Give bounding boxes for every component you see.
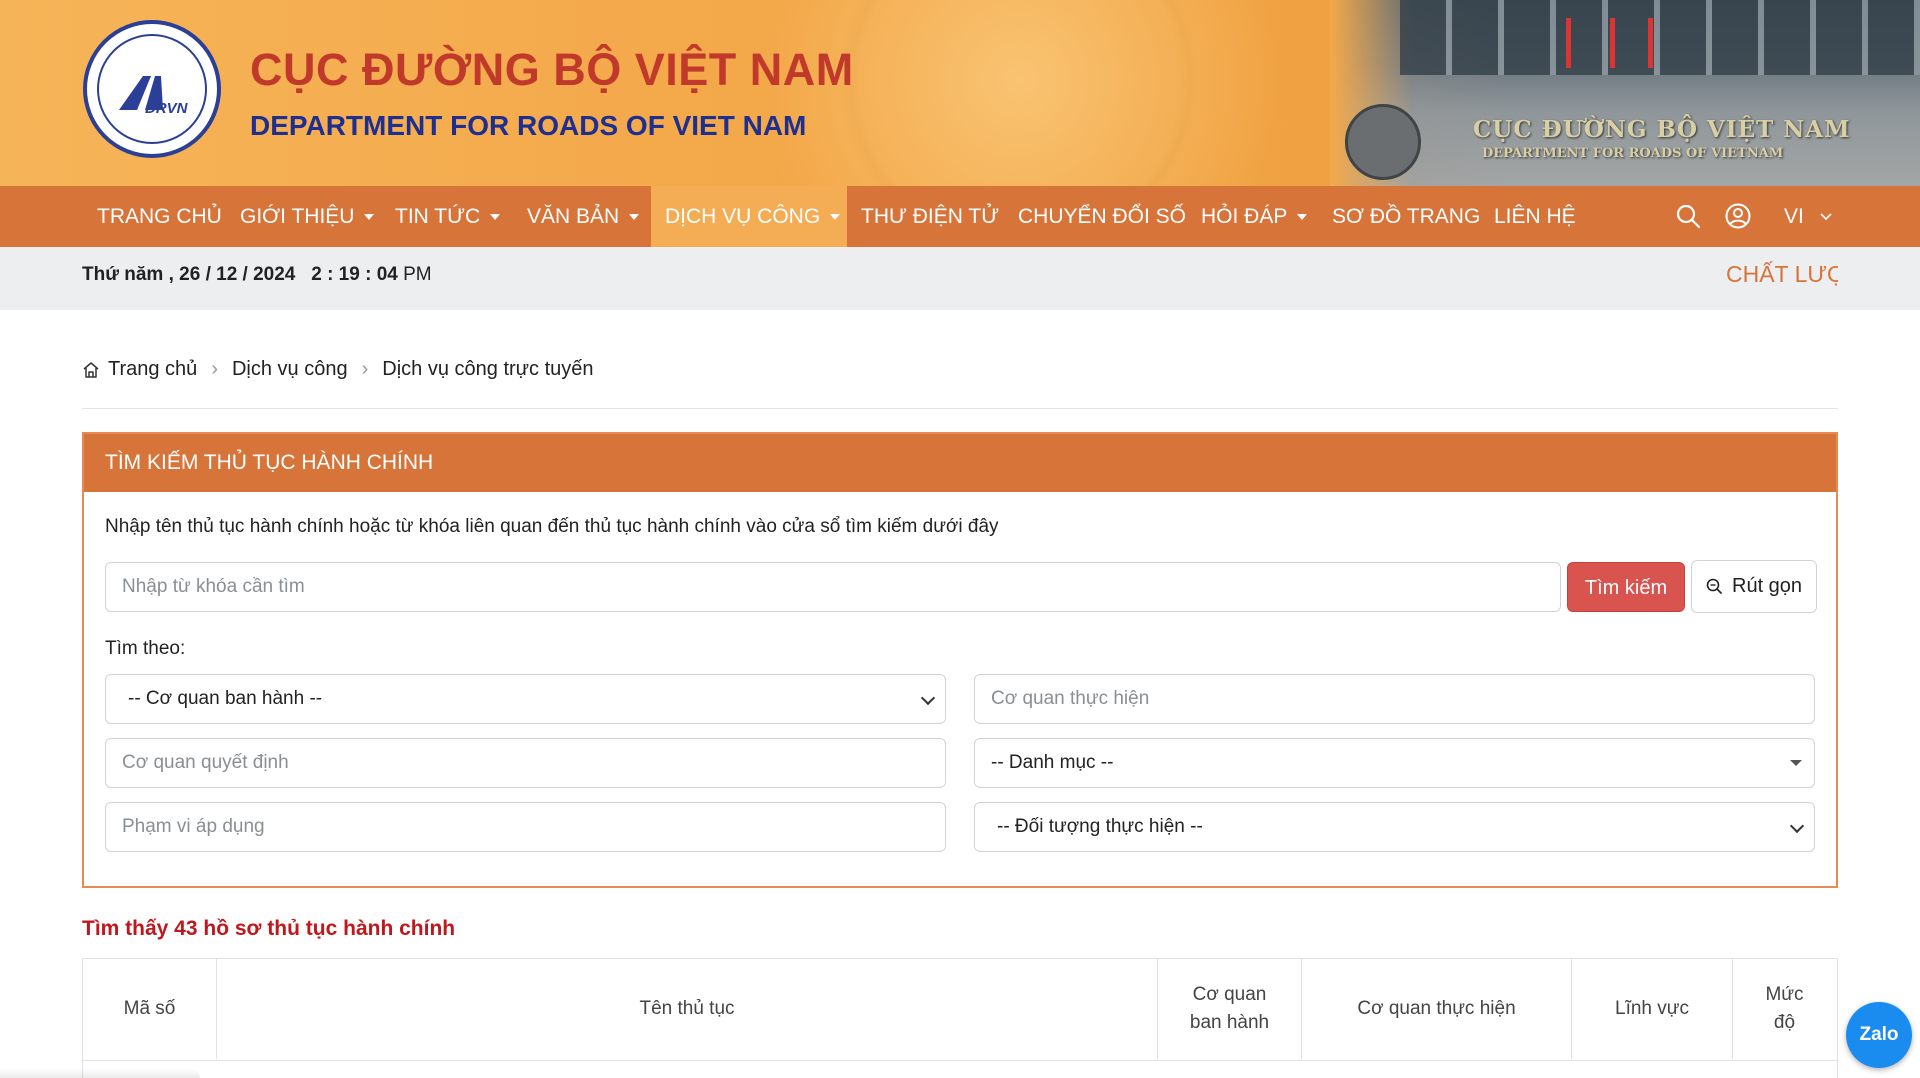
- photo-windows: [1400, 0, 1920, 75]
- caret-down-icon: [1790, 760, 1802, 766]
- logo-text: DRVN: [145, 100, 188, 117]
- chevron-down-icon: [1820, 213, 1832, 221]
- column-header-co-quan-ban-hanh: Cơ quan ban hành: [1158, 959, 1302, 1059]
- zoom-out-icon: [1706, 578, 1722, 594]
- panel-title: TÌM KIẾM THỦ TỤC HÀNH CHÍNH: [105, 451, 434, 474]
- nav-item-so-do-trang[interactable]: SƠ ĐỒ TRANG: [1332, 186, 1480, 247]
- nav-item-label: GIỚI THIỆU: [240, 205, 355, 228]
- current-date: Thứ năm , 26 / 12 / 2024: [82, 264, 296, 285]
- nav-item-chuyen-doi-so[interactable]: CHUYỂN ĐỔI SỐ: [1018, 186, 1186, 247]
- nav-item-gioi-thieu[interactable]: GIỚI THIỆU: [240, 186, 375, 247]
- panel-description: Nhập tên thủ tục hành chính hoặc từ khóa…: [105, 516, 999, 537]
- column-header-ten-thu-tuc: Tên thủ tục: [217, 959, 1158, 1059]
- caret-down-icon: [490, 214, 501, 221]
- current-time: 2 : 19 : 04: [311, 264, 398, 285]
- column-header-ma-so: Mã số: [83, 959, 217, 1059]
- home-icon: [83, 361, 99, 378]
- main-nav: TRANG CHỦ GIỚI THIỆU TIN TỨC VĂN BẢN DỊC…: [0, 186, 1920, 247]
- executing-agency-input[interactable]: Cơ quan thực hiện: [974, 674, 1815, 724]
- nav-item-label: CHUYỂN ĐỔI SỐ: [1018, 205, 1187, 228]
- results-table-header: Mã số Tên thủ tục Cơ quan ban hành Cơ qu…: [82, 958, 1838, 1061]
- column-header-linh-vuc: Lĩnh vực: [1572, 959, 1733, 1059]
- divider: [82, 408, 1838, 409]
- photo-seal: [1345, 104, 1421, 180]
- nav-item-dich-vu-cong[interactable]: DỊCH VỤ CÔNG: [651, 186, 847, 247]
- breadcrumb: Trang chủ › Dịch vụ công › Dịch vụ công …: [82, 358, 594, 381]
- site-subtitle: DEPARTMENT FOR ROADS OF VIET NAM: [250, 110, 807, 141]
- caret-down-icon: [629, 214, 640, 221]
- nav-item-label: VĂN BẢN: [527, 205, 620, 228]
- panel-header: TÌM KIẾM THỦ TỤC HÀNH CHÍNH: [84, 434, 1836, 492]
- search-icon[interactable]: [1674, 202, 1702, 230]
- caret-down-icon: [830, 214, 841, 221]
- chevron-down-icon: [1789, 818, 1805, 834]
- scope-input[interactable]: Phạm vi áp dụng: [105, 802, 946, 852]
- result-count: Tìm thấy 43 hồ sơ thủ tục hành chính: [82, 917, 456, 940]
- header-banner: CỤC ĐƯỜNG BỘ VIỆT NAM DEPARTMENT FOR ROA…: [0, 0, 1920, 186]
- language-label: VI: [1784, 205, 1804, 228]
- photo-sign-title: CỤC ĐƯỜNG BỘ VIỆT NAM: [1473, 116, 1851, 143]
- breadcrumb-current: Dịch vụ công trực tuyến: [382, 358, 594, 380]
- site-title: CỤC ĐƯỜNG BỘ VIỆT NAM: [250, 44, 854, 95]
- time-ampm: PM: [403, 264, 432, 285]
- issuing-agency-value: -- Cơ quan ban hành --: [128, 688, 323, 709]
- nav-item-thu-dien-tu[interactable]: THƯ ĐIỆN TỬ: [861, 186, 999, 247]
- photo-flag: [1610, 18, 1615, 68]
- user-icon[interactable]: [1724, 202, 1752, 230]
- photo-flag: [1648, 18, 1653, 68]
- caret-down-icon: [364, 214, 375, 221]
- nav-item-label: THƯ ĐIỆN TỬ: [861, 205, 1000, 228]
- photo-flag: [1566, 18, 1571, 68]
- scroll-shadow: [0, 1068, 200, 1078]
- column-header-co-quan-thuc-hien: Cơ quan thực hiện: [1302, 959, 1572, 1059]
- caret-down-icon: [1297, 214, 1308, 221]
- issuing-agency-select[interactable]: -- Cơ quan ban hành --: [105, 674, 946, 724]
- target-value: -- Đối tượng thực hiện --: [997, 816, 1203, 837]
- nav-item-label: SƠ ĐỒ TRANG: [1332, 205, 1481, 228]
- target-select[interactable]: -- Đối tượng thực hiện --: [974, 802, 1815, 852]
- nav-item-label: LIÊN HỆ: [1494, 205, 1576, 228]
- search-button[interactable]: Tìm kiếm: [1567, 562, 1685, 612]
- category-select[interactable]: -- Danh mục --: [974, 738, 1815, 788]
- photo-sign-subtitle: DEPARTMENT FOR ROADS OF VIETNAM: [1482, 146, 1784, 161]
- chevron-right-icon: ›: [361, 358, 369, 380]
- breadcrumb-home[interactable]: Trang chủ: [108, 358, 197, 381]
- deciding-agency-input[interactable]: Cơ quan quyết định: [105, 738, 946, 788]
- collapse-button[interactable]: Rút gọn: [1691, 560, 1817, 613]
- zalo-chat-button[interactable]: Zalo: [1846, 1002, 1912, 1068]
- nav-item-hoi-dap[interactable]: HỎI ĐÁP: [1201, 186, 1308, 247]
- chevron-right-icon: ›: [211, 358, 218, 380]
- results-table-body: [82, 1061, 1838, 1078]
- keyword-search-input[interactable]: Nhập từ khóa cần tìm: [105, 562, 1561, 612]
- site-logo[interactable]: DRVN: [83, 20, 221, 158]
- breadcrumb-dich-vu-cong[interactable]: Dịch vụ công: [232, 358, 348, 381]
- column-header-muc-do: Mức độ: [1765, 984, 1804, 1033]
- nav-item-label: TRANG CHỦ: [97, 205, 222, 228]
- nav-item-tin-tuc[interactable]: TIN TỨC: [395, 186, 501, 247]
- nav-item-trang-chu[interactable]: TRANG CHỦ: [97, 186, 222, 247]
- current-datetime: Thứ năm , 26 / 12 / 2024 2 : 19 : 04 PM: [82, 264, 432, 286]
- search-by-label: Tìm theo:: [105, 638, 186, 659]
- nav-item-lien-he[interactable]: LIÊN HỆ: [1494, 186, 1576, 247]
- language-select[interactable]: VI: [1784, 186, 1832, 247]
- nav-item-label: TIN TỨC: [395, 205, 481, 228]
- nav-item-van-ban[interactable]: VĂN BẢN: [527, 186, 640, 247]
- nav-item-label: HỎI ĐÁP: [1201, 205, 1288, 228]
- nav-item-label: DỊCH VỤ CÔNG: [665, 205, 821, 228]
- news-ticker[interactable]: CHẤT LƯỢNG: [1726, 261, 1838, 288]
- chevron-down-icon: [920, 690, 936, 706]
- search-panel: TÌM KIẾM THỦ TỤC HÀNH CHÍNH Nhập tên thủ…: [82, 432, 1838, 888]
- category-value: -- Danh mục --: [991, 752, 1114, 773]
- date-bar: Thứ năm , 26 / 12 / 2024 2 : 19 : 04 PM …: [0, 247, 1920, 310]
- collapse-button-label: Rút gọn: [1732, 575, 1803, 597]
